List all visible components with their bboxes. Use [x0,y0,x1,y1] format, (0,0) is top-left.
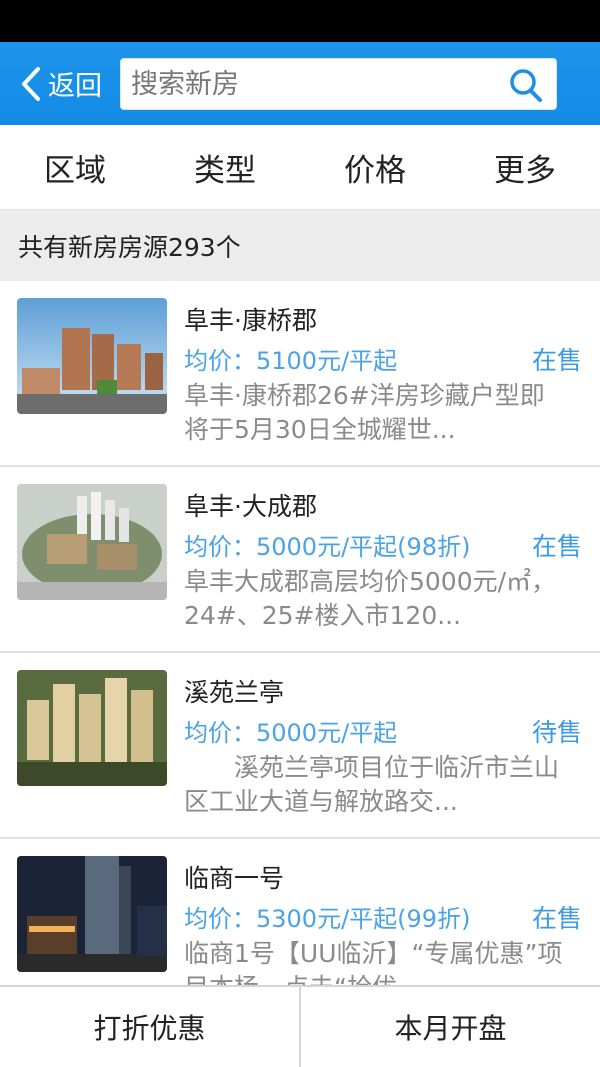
listing-title: 阜丰·康桥郡 [184,306,317,335]
listing-item[interactable]: 阜丰·康桥郡 均价：5100元/平起 在售 阜丰·康桥郡26#洋房珍藏户型即将于… [0,281,600,467]
listing-count: 共有新房房源293个 [0,209,600,281]
listing-title: 阜丰·大成郡 [184,492,317,521]
listing-thumbnail [17,856,167,972]
filter-bar: 区域 类型 价格 更多 [0,125,600,209]
bottom-bar: 打折优惠 本月开盘 [0,985,600,1067]
listing-title: 溪苑兰亭 [184,678,285,707]
sale-status: 在售 [531,346,582,375]
listing-list: 阜丰·康桥郡 均价：5100元/平起 在售 阜丰·康桥郡26#洋房珍藏户型即将于… [0,281,600,1025]
status-bar [0,0,600,42]
search-icon[interactable] [508,67,544,103]
filter-price[interactable]: 价格 [300,125,450,209]
listing-item[interactable]: 阜丰·大成郡 均价：5000元/平起(98折) 在售 阜丰大成郡高层均价5000… [0,467,600,653]
listing-price: 均价：5300元/平起(99折) [184,905,471,933]
listing-thumbnail [17,484,167,600]
listing-thumbnail [17,298,167,414]
back-label: 返回 [48,71,102,102]
listing-price: 均价：5000元/平起 [184,719,398,747]
listing-price: 均价：5100元/平起 [184,347,398,375]
search-box[interactable] [120,58,557,110]
search-input[interactable] [129,59,499,109]
listing-item[interactable]: 溪苑兰亭 均价：5000元/平起 待售 溪苑兰亭项目位于临沂市兰山区工业大道与解… [0,653,600,839]
tab-opening-this-month[interactable]: 本月开盘 [299,987,600,1067]
listing-title: 临商一号 [184,864,285,893]
listing-description: 溪苑兰亭项目位于临沂市兰山区工业大道与解放路交... [184,753,560,816]
listing-description: 阜丰大成郡高层均价5000元/㎡，24#、25#楼入市120... [184,567,557,630]
filter-more[interactable]: 更多 [450,125,600,209]
sale-status: 在售 [531,904,582,933]
tab-discounts[interactable]: 打折优惠 [0,987,299,1067]
listing-price: 均价：5000元/平起(98折) [184,533,471,561]
filter-area[interactable]: 区域 [0,125,150,209]
sale-status: 待售 [531,718,582,747]
app-header: 返回 [0,42,600,125]
listing-thumbnail [17,670,167,786]
listing-description: 阜丰·康桥郡26#洋房珍藏户型即将于5月30日全城耀世... [184,381,545,444]
back-button[interactable]: 返回 [16,42,102,125]
sale-status: 在售 [531,532,582,561]
chevron-left-icon [22,66,40,101]
filter-type[interactable]: 类型 [150,125,300,209]
